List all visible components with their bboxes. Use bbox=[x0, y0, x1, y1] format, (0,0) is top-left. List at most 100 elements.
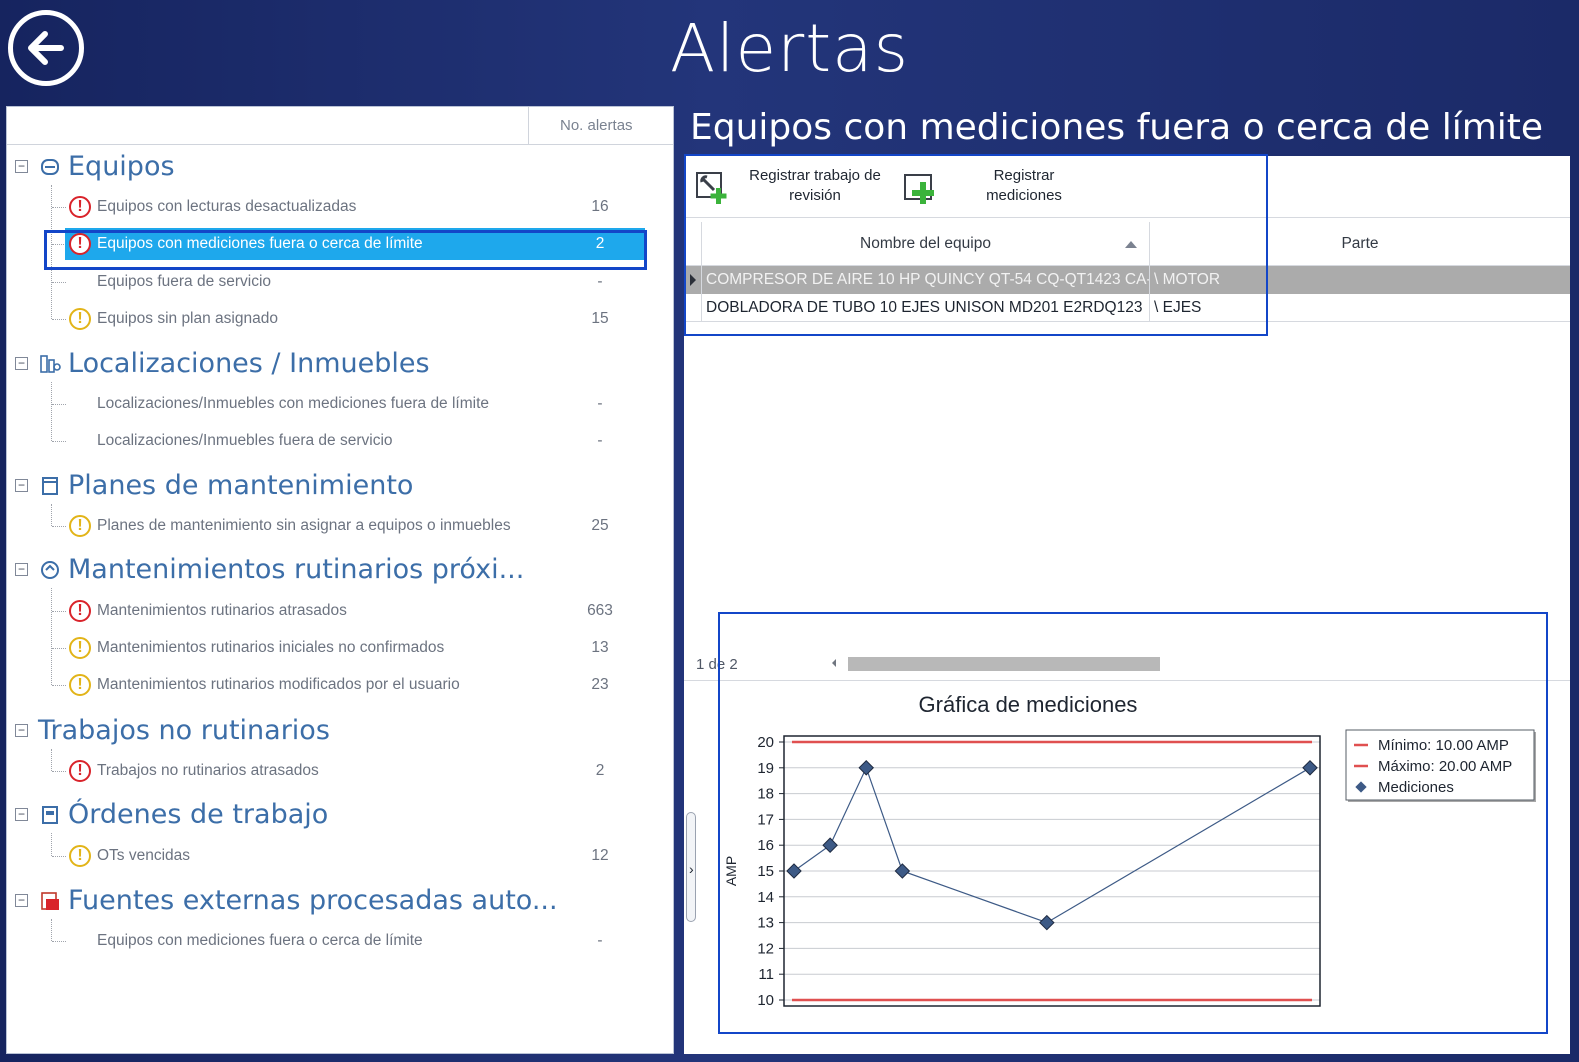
app-header: Alertas bbox=[0, 0, 1579, 106]
grid-header: Nombre del equipo Parte bbox=[684, 222, 1570, 266]
y-tick-label: 10 bbox=[757, 992, 774, 1009]
routine-icon bbox=[41, 561, 59, 579]
warning-alert-icon: ! bbox=[69, 845, 91, 867]
tree-item[interactable]: Localizaciones/Inmuebles con mediciones … bbox=[65, 388, 645, 420]
measurements-chart-frame: Gráfica de mediciones 10 11 12 13 14 15 16 17 18 1… bbox=[718, 612, 1548, 1034]
alert-count: 23 bbox=[591, 676, 609, 693]
row-indicator bbox=[684, 266, 702, 294]
chart-title: Gráfica de mediciones bbox=[919, 692, 1138, 717]
tree-category[interactable]: Trabajos no rutinarios bbox=[38, 715, 330, 746]
collapse-icon[interactable]: − bbox=[15, 724, 28, 737]
legend-label: Máximo: 20.00 AMP bbox=[1378, 758, 1512, 775]
y-tick-label: 16 bbox=[757, 837, 774, 854]
collapse-icon[interactable]: − bbox=[15, 160, 28, 173]
y-axis-label: AMP bbox=[723, 856, 739, 886]
add-measurement-icon bbox=[904, 174, 934, 204]
tree-connector bbox=[52, 526, 66, 527]
tree-category[interactable]: Equipos bbox=[68, 151, 175, 182]
tree-category[interactable]: Planes de mantenimiento bbox=[68, 470, 413, 501]
y-tick-label: 18 bbox=[757, 786, 774, 803]
tree-item-label: Equipos con mediciones fuera o cerca de … bbox=[97, 235, 423, 252]
collapse-icon[interactable]: − bbox=[15, 894, 28, 907]
column-header-equipment-name[interactable]: Nombre del equipo bbox=[702, 222, 1150, 266]
data-point bbox=[786, 863, 802, 879]
tree-item[interactable]: ! Equipos con mediciones fuera o cerca de… bbox=[65, 228, 645, 260]
toolbar: Registrar trabajo de revisión Registrar … bbox=[684, 156, 1570, 218]
y-tick-label: 19 bbox=[757, 760, 774, 777]
tree-category[interactable]: Mantenimientos rutinarios próxi... bbox=[68, 554, 524, 585]
tree-connector bbox=[52, 941, 66, 942]
register-measurements-label: Registrar mediciones bbox=[986, 167, 1062, 204]
tree-item[interactable]: ! Planes de mantenimiento sin asignar a e… bbox=[65, 510, 645, 542]
tree-category[interactable]: Órdenes de trabajo bbox=[68, 799, 328, 830]
tree-connector bbox=[52, 771, 66, 772]
alert-count: 25 bbox=[591, 517, 609, 534]
tree-connector bbox=[51, 833, 52, 856]
legend-label: Mediciones bbox=[1378, 779, 1454, 796]
y-tick-label: 14 bbox=[757, 889, 774, 906]
warning-alert-icon: ! bbox=[69, 308, 91, 330]
warning-alert-icon: ! bbox=[69, 674, 91, 696]
tree-item[interactable]: ! Equipos sin plan asignado 15 bbox=[65, 303, 645, 335]
tree-category[interactable]: Localizaciones / Inmuebles bbox=[68, 348, 430, 379]
alert-count: 15 bbox=[591, 310, 609, 327]
error-alert-icon: ! bbox=[69, 760, 91, 782]
register-measurements-button[interactable]: Registrar mediciones bbox=[894, 160, 1094, 214]
table-row[interactable]: DOBLADORA DE TUBO 10 EJES UNISON MD201 E… bbox=[684, 294, 1570, 322]
data-point bbox=[1039, 914, 1055, 931]
alert-count: - bbox=[597, 273, 603, 290]
tree-connector bbox=[52, 282, 66, 283]
tree-connector bbox=[52, 611, 66, 612]
tree-connector bbox=[52, 441, 66, 442]
tree-connector bbox=[51, 588, 52, 685]
data-point bbox=[894, 863, 911, 879]
table-row[interactable]: COMPRESOR DE AIRE 10 HP QUINCY QT-54 CQ-… bbox=[684, 266, 1570, 294]
collapse-icon[interactable]: − bbox=[15, 357, 28, 370]
tree-item-label: Equipos fuera de servicio bbox=[97, 273, 272, 290]
y-tick-label: 11 bbox=[758, 966, 774, 983]
equipment-name-cell[interactable]: COMPRESOR DE AIRE 10 HP QUINCY QT-54 CQ-… bbox=[702, 266, 1150, 294]
collapse-icon[interactable]: − bbox=[15, 563, 28, 576]
alert-count: 12 bbox=[591, 847, 609, 864]
column-header-part[interactable]: Parte bbox=[1150, 222, 1570, 266]
tree-category[interactable]: Fuentes externas procesadas auto... bbox=[68, 885, 558, 916]
alert-count: 663 bbox=[587, 602, 613, 619]
collapse-icon[interactable]: − bbox=[15, 808, 28, 821]
tree-item-label: Equipos con lecturas desactualizadas bbox=[97, 198, 357, 215]
alerts-tree-panel: No. alertas − Equipos! Equipos con lectura… bbox=[6, 106, 674, 1054]
tree-item[interactable]: Localizaciones/Inmuebles fuera de servic… bbox=[65, 425, 645, 457]
page-title: Alertas bbox=[670, 10, 909, 87]
tree-item[interactable]: ! Mantenimientos rutinarios iniciales no … bbox=[65, 632, 645, 664]
sort-ascending-icon bbox=[1125, 241, 1137, 248]
column-header-alert-count[interactable]: No. alertas bbox=[528, 107, 673, 145]
tree-item[interactable]: Equipos con mediciones fuera o cerca de … bbox=[65, 925, 645, 957]
warning-alert-icon: ! bbox=[69, 637, 91, 659]
y-tick-label: 12 bbox=[757, 940, 774, 957]
data-point bbox=[858, 760, 875, 776]
tree-header: No. alertas bbox=[7, 107, 673, 145]
tree-item-label: Mantenimientos rutinarios iniciales no c… bbox=[97, 639, 445, 656]
splitter-handle[interactable]: › bbox=[686, 812, 696, 922]
tree-item[interactable]: ! Equipos con lecturas desactualizadas 16 bbox=[65, 191, 645, 223]
tree-connector bbox=[51, 382, 52, 441]
tree-item[interactable]: Equipos fuera de servicio - bbox=[65, 266, 645, 298]
tree-item-label: Localizaciones/Inmuebles fuera de servic… bbox=[97, 432, 393, 449]
tree-connector bbox=[52, 207, 66, 208]
tree-connector bbox=[52, 648, 66, 649]
wrench-add-icon bbox=[696, 172, 727, 204]
part-cell[interactable]: \ EJES bbox=[1150, 294, 1570, 322]
tree-item-label: Planes de mantenimiento sin asignar a eq… bbox=[97, 517, 511, 534]
equipment-name-cell[interactable]: DOBLADORA DE TUBO 10 EJES UNISON MD201 E… bbox=[702, 294, 1150, 322]
tree-item[interactable]: ! OTs vencidas 12 bbox=[65, 840, 645, 872]
tree-item-label: Trabajos no rutinarios atrasados bbox=[97, 762, 319, 779]
tree-item[interactable]: ! Trabajos no rutinarios atrasados 2 bbox=[65, 755, 645, 787]
tree-item[interactable]: ! Mantenimientos rutinarios modificados p… bbox=[65, 669, 645, 701]
tree-connector bbox=[51, 919, 52, 941]
data-point bbox=[822, 837, 838, 853]
tree-connector bbox=[52, 404, 66, 405]
collapse-icon[interactable]: − bbox=[15, 479, 28, 492]
register-review-work-button[interactable]: Registrar trabajo de revisión bbox=[686, 160, 891, 214]
part-cell[interactable]: \ MOTOR bbox=[1150, 266, 1570, 294]
tree-item[interactable]: ! Mantenimientos rutinarios atrasados 663 bbox=[65, 595, 645, 627]
row-indicator bbox=[684, 294, 702, 322]
